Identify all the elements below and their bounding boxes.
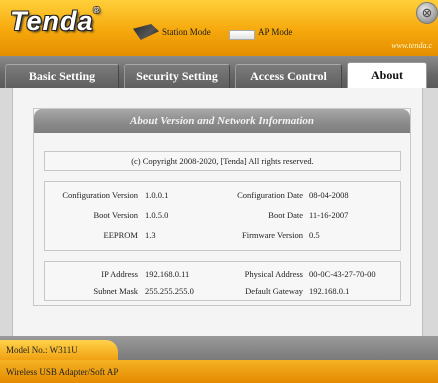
tab-access-control[interactable]: Access Control	[235, 64, 342, 88]
about-panel: About Version and Network Information (c…	[33, 108, 411, 306]
content-area: About Version and Network Information (c…	[12, 88, 423, 336]
site-url: www.tenda.c	[391, 41, 432, 50]
close-icon[interactable]: ⊗	[416, 2, 438, 24]
default-gateway-label: Default Gateway	[245, 286, 303, 296]
boot-version-label: Boot Version	[93, 210, 138, 220]
station-mode-label: Station Mode	[162, 27, 211, 37]
boot-date-value: 11-16-2007	[309, 210, 349, 220]
physical-address-value: 00-0C-43-27-70-00	[309, 269, 376, 279]
ap-mode-label: AP Mode	[258, 27, 293, 37]
tenda-logo: Tenda®	[10, 6, 101, 36]
firmware-version-label: Firmware Version	[242, 230, 303, 240]
tab-about[interactable]: About	[347, 62, 427, 88]
tab-bar: Basic Setting Security Setting Access Co…	[0, 56, 438, 88]
physical-address-label: Physical Address	[244, 269, 303, 279]
ip-address-value: 192.168.0.11	[145, 269, 190, 279]
boot-date-label: Boot Date	[268, 210, 303, 220]
eeprom-value: 1.3	[145, 230, 156, 240]
subnet-mask-value: 255.255.255.0	[145, 286, 194, 296]
ap-mode-option[interactable]: AP Mode	[229, 24, 292, 40]
config-version-label: Configuration Version	[62, 190, 138, 200]
version-info-box: Configuration Version 1.0.0.1 Configurat…	[44, 181, 401, 251]
default-gateway-value: 192.168.0.1	[309, 286, 350, 296]
config-version-value: 1.0.0.1	[145, 190, 169, 200]
ap-mode-icon	[229, 30, 255, 40]
boot-version-value: 1.0.5.0	[145, 210, 169, 220]
panel-title: About Version and Network Information	[34, 109, 410, 133]
ip-address-label: IP Address	[101, 269, 138, 279]
copyright-text: (c) Copyright 2008-2020, [Tenda] All rig…	[44, 151, 401, 171]
network-info-box: IP Address 192.168.0.11 Physical Address…	[44, 261, 401, 301]
app-header: Tenda® Station Mode AP Mode www.tenda.c …	[0, 0, 438, 56]
subnet-mask-label: Subnet Mask	[93, 286, 138, 296]
tab-basic-setting[interactable]: Basic Setting	[5, 64, 119, 88]
tab-security-setting[interactable]: Security Setting	[124, 64, 230, 88]
config-date-value: 08-04-2008	[309, 190, 349, 200]
eeprom-label: EEPROM	[103, 230, 138, 240]
station-mode-option[interactable]: Station Mode	[133, 24, 211, 40]
config-date-label: Configuration Date	[237, 190, 303, 200]
model-number: Model No.: W311U	[0, 340, 118, 360]
firmware-version-value: 0.5	[309, 230, 320, 240]
station-mode-icon	[133, 24, 159, 40]
product-description: Wireless USB Adapter/Soft AP	[0, 360, 438, 383]
